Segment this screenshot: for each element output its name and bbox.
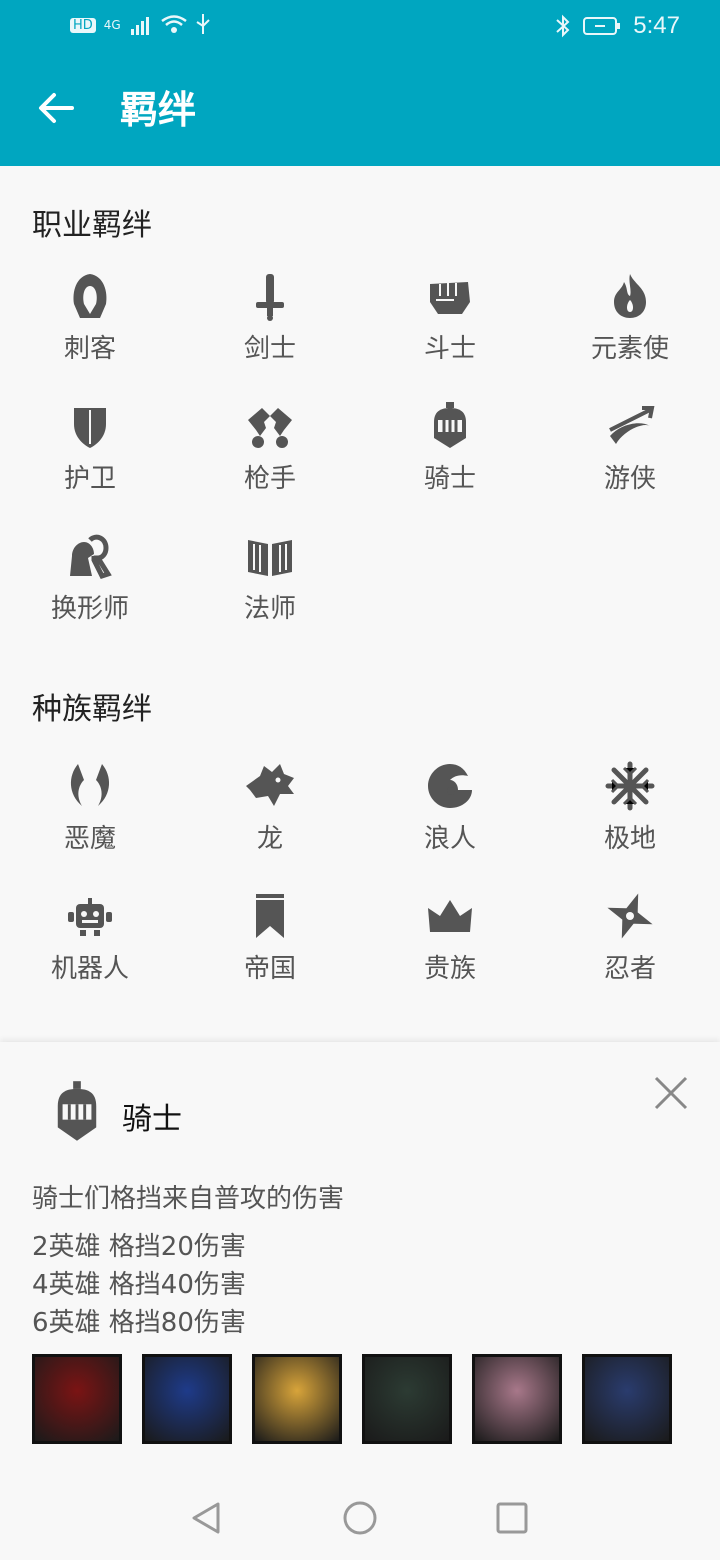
trait-sorcerer[interactable]: 法师 xyxy=(180,530,360,650)
trait-label: 枪手 xyxy=(243,464,296,494)
trait-detail-name: 骑士 xyxy=(122,1102,182,1137)
status-bar: HD 4G 5:47 xyxy=(0,0,720,56)
nav-recents-icon[interactable] xyxy=(492,1498,532,1538)
champion-portrait[interactable] xyxy=(252,1354,342,1444)
trait-elementalist[interactable]: 元素使 xyxy=(540,270,720,390)
champion-portraits xyxy=(32,1354,672,1444)
trait-label: 帝国 xyxy=(243,954,296,984)
hd-badge: HD xyxy=(70,17,96,33)
banner-icon xyxy=(256,894,284,938)
trait-label: 骑士 xyxy=(423,464,476,494)
trait-noble[interactable]: 贵族 xyxy=(360,890,540,1010)
trait-demon[interactable]: 恶魔 xyxy=(0,760,180,880)
close-icon[interactable] xyxy=(650,1072,692,1114)
trait-label: 剑士 xyxy=(243,334,296,364)
trait-label: 贵族 xyxy=(423,954,476,984)
trait-label: 法师 xyxy=(243,594,296,624)
horns-icon xyxy=(70,764,110,806)
crown-icon xyxy=(428,900,472,932)
shuriken-icon xyxy=(607,893,653,939)
trait-glacial[interactable]: 极地 xyxy=(540,760,720,880)
trait-label: 游侠 xyxy=(603,464,656,494)
trait-brawler[interactable]: 斗士 xyxy=(360,270,540,390)
snowflake-icon xyxy=(605,761,655,811)
trait-label: 元素使 xyxy=(590,334,669,364)
trait-label: 护卫 xyxy=(63,464,116,494)
trait-label: 斗士 xyxy=(423,334,476,364)
page-title: 羁绊 xyxy=(120,88,197,132)
section-title-race: 种族羁绊 xyxy=(32,692,152,727)
book-icon xyxy=(248,540,292,576)
clock: 5:47 xyxy=(633,12,680,39)
trait-shapeshifter[interactable]: 换形师 xyxy=(0,530,180,650)
trait-guardian[interactable]: 护卫 xyxy=(0,400,180,520)
champion-portrait[interactable] xyxy=(472,1354,562,1444)
nav-home-icon[interactable] xyxy=(340,1498,380,1538)
dragon-icon xyxy=(246,764,294,806)
trait-description: 骑士们格挡来自普攻的伤害 xyxy=(32,1184,345,1214)
app-bar: 羁绊 xyxy=(0,56,720,166)
flame-icon xyxy=(614,274,646,318)
shield-icon xyxy=(74,408,106,448)
trait-gunslinger[interactable]: 枪手 xyxy=(180,400,360,520)
trait-robot[interactable]: 机器人 xyxy=(0,890,180,1010)
champion-portrait[interactable] xyxy=(362,1354,452,1444)
champion-portrait[interactable] xyxy=(142,1354,232,1444)
signal-icon xyxy=(130,17,149,35)
tier-line: 2英雄 格挡20伤害 xyxy=(32,1232,246,1262)
trait-exile[interactable]: 浪人 xyxy=(360,760,540,880)
sword-icon xyxy=(256,274,284,321)
battery-icon xyxy=(583,17,621,35)
knight-helmet-icon xyxy=(434,402,466,448)
trait-label: 忍者 xyxy=(603,954,656,984)
section-title-class: 职业羁绊 xyxy=(32,208,152,243)
champion-portrait[interactable] xyxy=(582,1354,672,1444)
tier-line: 4英雄 格挡40伤害 xyxy=(32,1270,246,1300)
trait-label: 恶魔 xyxy=(63,824,116,854)
fist-icon xyxy=(430,282,470,314)
pistols-icon xyxy=(248,408,292,448)
trait-label: 龙 xyxy=(256,824,283,854)
usb-icon xyxy=(196,14,210,34)
shapeshifter-icon xyxy=(70,534,112,580)
tier-line: 6英雄 格挡80伤害 xyxy=(32,1308,246,1338)
bluetooth-icon xyxy=(556,14,570,38)
network-indicator: 4G xyxy=(103,18,121,32)
back-arrow-icon[interactable] xyxy=(34,86,78,130)
nav-back-icon[interactable] xyxy=(186,1498,226,1538)
hood-icon xyxy=(73,274,107,318)
trait-dragon[interactable]: 龙 xyxy=(180,760,360,880)
bow-icon xyxy=(609,406,655,444)
trait-label: 浪人 xyxy=(423,824,476,854)
wifi-icon xyxy=(160,15,187,33)
trait-label: 刺客 xyxy=(63,334,116,364)
trait-label: 极地 xyxy=(603,824,656,854)
trait-imperial[interactable]: 帝国 xyxy=(180,890,360,1010)
trait-ninja[interactable]: 忍者 xyxy=(540,890,720,1010)
knight-helmet-icon xyxy=(57,1081,97,1141)
system-navigation-bar xyxy=(0,1478,720,1560)
trait-ranger[interactable]: 游侠 xyxy=(540,400,720,520)
champion-portrait[interactable] xyxy=(32,1354,122,1444)
trait-label: 机器人 xyxy=(50,954,129,984)
trait-assassin[interactable]: 刺客 xyxy=(0,270,180,390)
trait-blademaster[interactable]: 剑士 xyxy=(180,270,360,390)
trait-knight[interactable]: 骑士 xyxy=(360,400,540,520)
robot-icon xyxy=(68,898,112,936)
exile-icon xyxy=(428,764,472,808)
trait-label: 换形师 xyxy=(50,594,129,624)
